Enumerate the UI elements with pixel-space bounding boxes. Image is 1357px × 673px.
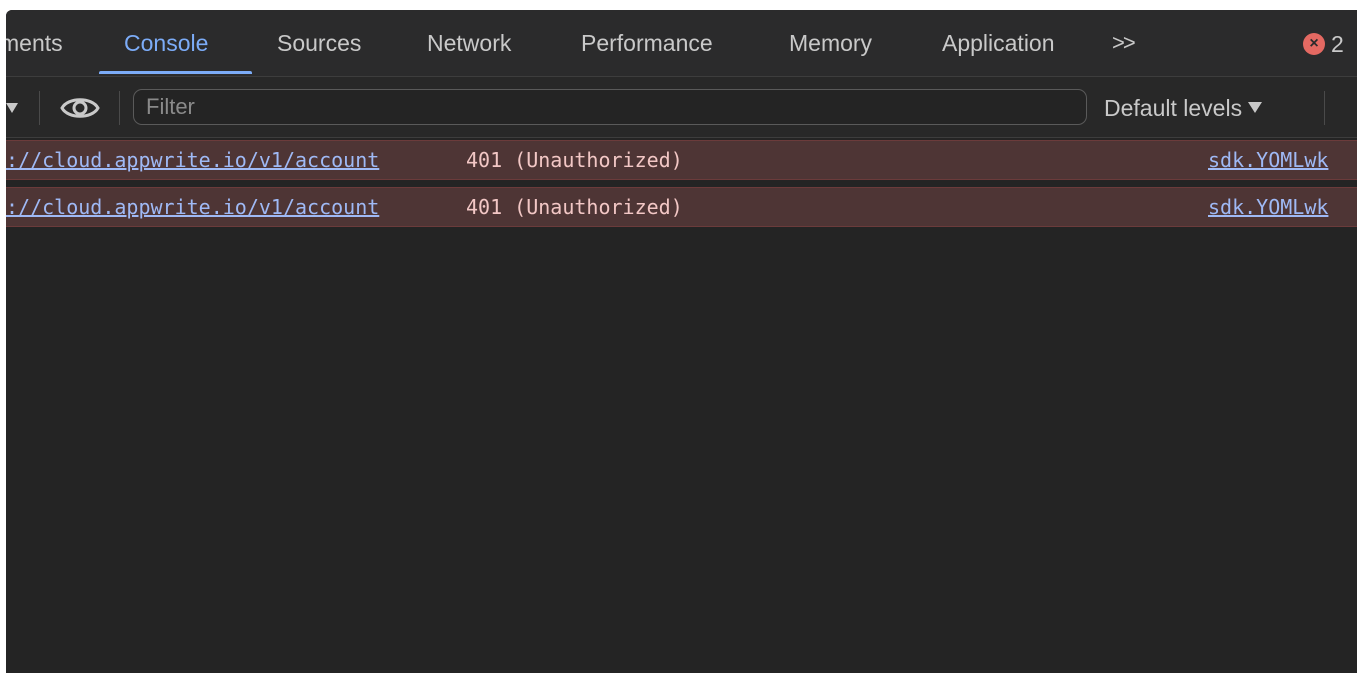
eye-icon [60,98,100,118]
error-x-icon: × [1303,33,1325,55]
chevron-down-icon [1248,102,1263,113]
context-dropdown-icon[interactable] [6,103,18,113]
tab-memory[interactable]: Memory [789,28,872,58]
console-toolbar: Default levels [6,77,1357,138]
toolbar-divider [1324,91,1325,125]
request-url-link[interactable]: ://cloud.appwrite.io/v1/account [6,188,379,226]
source-location-link[interactable]: sdk.YOMLwk [1208,188,1357,226]
console-messages: ://cloud.appwrite.io/v1/account 401 (Una… [6,140,1357,234]
devtools-panel: ments Console Sources Network Performanc… [6,10,1357,673]
request-url-link[interactable]: ://cloud.appwrite.io/v1/account [6,141,379,179]
tab-elements[interactable]: ments [6,28,63,58]
tab-performance[interactable]: Performance [581,28,713,58]
console-error-row: ://cloud.appwrite.io/v1/account 401 (Una… [6,187,1357,227]
console-error-row: ://cloud.appwrite.io/v1/account 401 (Una… [6,140,1357,180]
source-location-link[interactable]: sdk.YOMLwk [1208,141,1357,179]
tab-console[interactable]: Console [124,28,208,58]
toolbar-divider [39,91,40,125]
filter-input[interactable] [133,89,1087,125]
error-count: 2 [1331,30,1344,57]
error-message-text: 401 (Unauthorized) [466,195,683,219]
toolbar-divider [119,91,120,125]
tab-network[interactable]: Network [427,28,511,58]
error-counter[interactable]: × 2 [1303,30,1344,58]
live-expression-button[interactable] [58,93,102,123]
active-tab-indicator [99,71,252,74]
tab-sources[interactable]: Sources [277,28,361,58]
devtools-tab-bar: ments Console Sources Network Performanc… [6,10,1357,77]
error-message-text: 401 (Unauthorized) [466,148,683,172]
default-levels-label: Default levels [1104,95,1243,121]
more-tabs-button[interactable]: >> [1112,28,1136,58]
default-levels-button[interactable]: Default levels [1104,93,1263,123]
tab-application[interactable]: Application [942,28,1055,58]
